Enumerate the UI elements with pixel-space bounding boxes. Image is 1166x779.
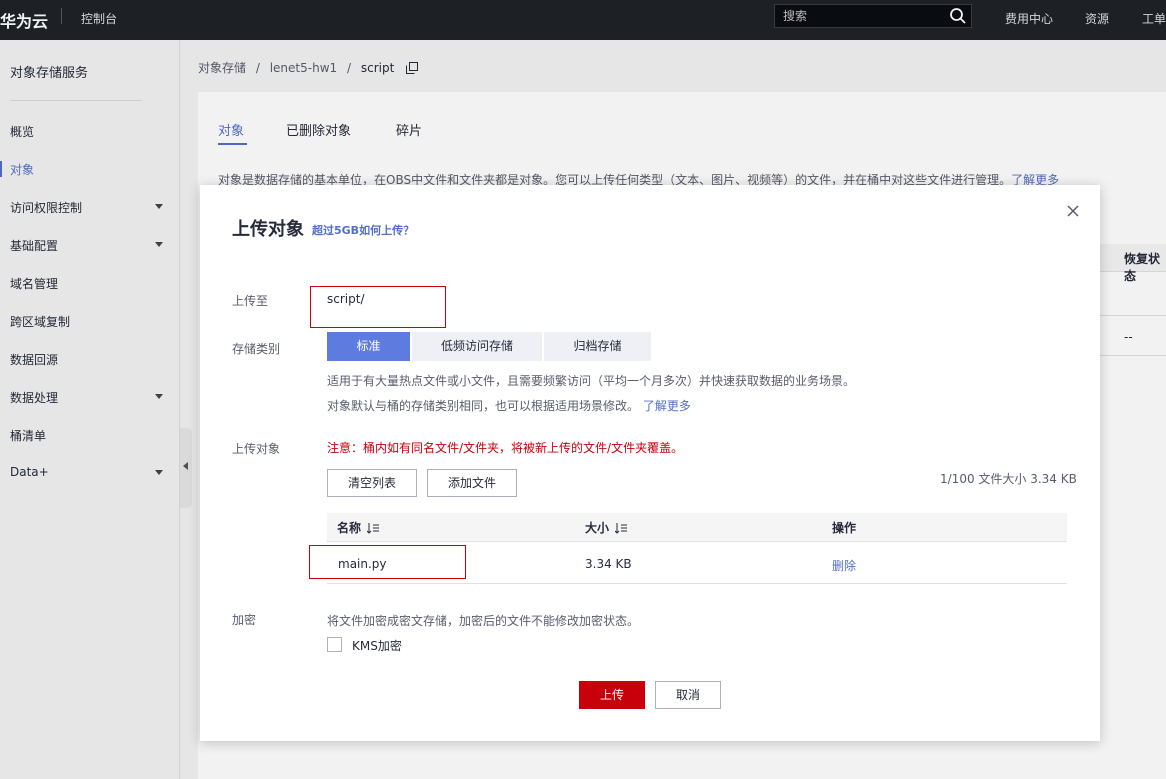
kms-encryption-label[interactable]: KMS加密 bbox=[352, 637, 402, 654]
storage-class-label: 存储类别 bbox=[232, 342, 281, 356]
close-icon[interactable] bbox=[1066, 204, 1080, 218]
cancel-button[interactable]: 取消 bbox=[655, 681, 721, 709]
kms-encryption-checkbox[interactable] bbox=[327, 637, 342, 652]
learn-more-link[interactable]: 了解更多 bbox=[643, 399, 691, 413]
storage-option-standard[interactable]: 标准 bbox=[327, 332, 410, 361]
storage-help-line: 对象默认与桶的存储类别相同，也可以根据适用场景修改。 了解更多 bbox=[327, 397, 691, 414]
file-count-info: 1/100 文件大小 3.34 KB bbox=[940, 472, 1077, 486]
upload-path-value: script/ bbox=[327, 292, 365, 306]
divider bbox=[327, 583, 1067, 584]
clear-list-button[interactable]: 清空列表 bbox=[327, 469, 417, 497]
encryption-label: 加密 bbox=[232, 613, 257, 627]
file-size: 3.34 KB bbox=[585, 557, 632, 571]
upload-button[interactable]: 上传 bbox=[579, 681, 645, 709]
large-file-help-link[interactable]: 超过5GB如何上传？ bbox=[312, 222, 414, 238]
storage-help-text: 适用于有大量热点文件或小文件，且需要频繁访问（平均一个月多次）并快速获取数据的业… bbox=[327, 374, 856, 388]
column-header-label: 大小 bbox=[585, 521, 610, 535]
column-header-actions: 操作 bbox=[832, 521, 857, 535]
dialog-title: 上传对象 bbox=[232, 219, 304, 240]
file-name: main.py bbox=[338, 557, 387, 571]
file-table-header: 名称 大小 操作 bbox=[327, 513, 1067, 542]
upload-object-dialog: 上传对象 超过5GB如何上传？ 上传至 script/ 存储类别 标准 低频访问… bbox=[200, 185, 1100, 741]
upload-to-label: 上传至 bbox=[232, 294, 269, 308]
storage-help-text: 对象默认与桶的存储类别相同，也可以根据适用场景修改。 bbox=[327, 399, 640, 413]
overwrite-warning: 注意：桶内如有同名文件/文件夹，将被新上传的文件/文件夹覆盖。 bbox=[327, 441, 684, 455]
delete-file-link[interactable]: 删除 bbox=[832, 557, 856, 574]
column-header-size[interactable]: 大小 bbox=[585, 519, 628, 536]
upload-objects-label: 上传对象 bbox=[232, 442, 281, 456]
highlight-box bbox=[309, 545, 466, 579]
upload-path-field[interactable]: script/ bbox=[310, 286, 446, 328]
encryption-description: 将文件加密成密文存储，加密后的文件不能修改加密状态。 bbox=[327, 614, 640, 628]
sort-icon[interactable] bbox=[615, 522, 628, 534]
storage-option-infrequent[interactable]: 低频访问存储 bbox=[412, 332, 542, 361]
column-header-name[interactable]: 名称 bbox=[337, 519, 380, 536]
sort-icon[interactable] bbox=[367, 522, 380, 534]
column-header-label: 名称 bbox=[337, 521, 362, 535]
storage-option-archive[interactable]: 归档存储 bbox=[544, 332, 651, 361]
add-file-button[interactable]: 添加文件 bbox=[427, 469, 517, 497]
